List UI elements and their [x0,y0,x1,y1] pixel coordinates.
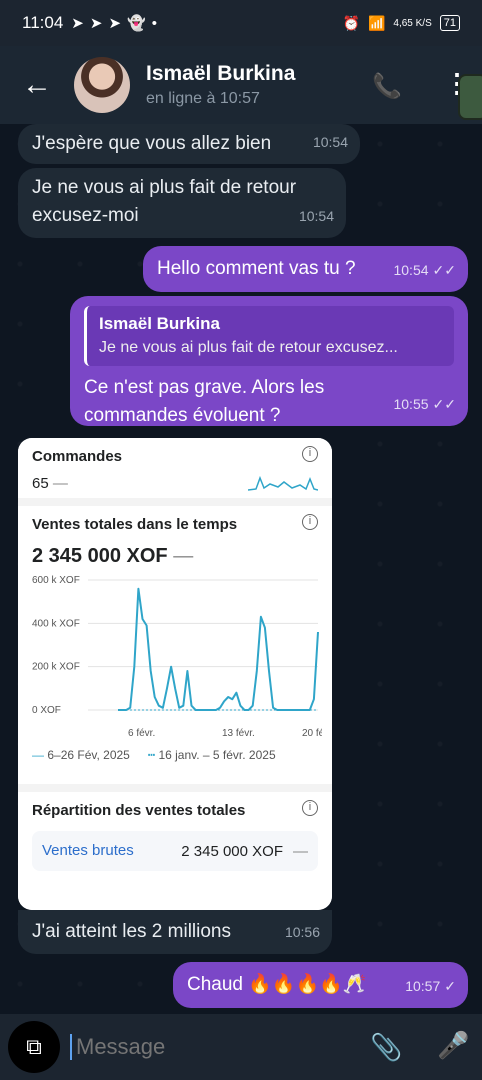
paperclip-icon[interactable]: 📎 [370,1032,402,1063]
chart-legend: — 6–26 Fév, 2025 ┅ 16 janv. – 5 févr. 20… [32,748,318,762]
breakdown-panel: Répartition des ventes totales i Ventes … [18,792,332,910]
speed-indicator: 4,65 K/S [393,17,432,29]
breakdown-value: 2 345 000 XOF [181,842,283,860]
message-input-bar: ⧉ 📎 🎤 [0,1014,482,1080]
message-text: Je ne vous ai plus fait de retour excuse… [32,177,297,226]
x-tick-label: 13 févr. [222,728,255,739]
battery-icon: 71 [439,15,460,31]
y-tick-label: 400 k XOF [32,618,80,629]
x-tick-label: 20 févr. [302,728,322,739]
y-tick-label: 0 XOF [32,705,61,716]
y-tick-label: 600 k XOF [32,575,80,586]
y-tick-label: 200 k XOF [32,662,80,673]
message-outgoing[interactable]: Chaud 🔥🔥🔥🔥🥂 10:57 ✓ [173,962,468,1008]
check-icon: ✓ [444,978,456,994]
info-icon: i [302,800,318,816]
message-outgoing[interactable]: Ismaël Burkina Je ne vous ai plus fait d… [70,296,468,426]
message-time: 10:56 [284,924,320,940]
breakdown-dash: — [293,842,308,860]
info-icon: i [302,514,318,530]
notification-icons: ➤ ➤ ➤ 👻 • [71,14,157,33]
wifi-icon: 📶 [367,14,386,31]
telegram-icon: ➤ [108,15,122,32]
sales-title: Ventes totales dans le temps [32,516,238,533]
dot-icon: • [151,14,157,32]
sales-value: 2 345 000 XOF — [32,545,194,567]
sticker-icon[interactable]: ⧉ [8,1021,60,1073]
legend-current: — 6–26 Fév, 2025 [32,748,130,762]
legend-previous: ┅ 16 janv. – 5 févr. 2025 [147,748,276,762]
breakdown-label: Ventes brutes [42,842,134,859]
info-icon: i [302,446,318,462]
message-time: 10:57 ✓ [405,978,456,994]
message-time: 10:54 [298,208,334,224]
telegram-icon: ➤ [71,15,84,32]
message-input[interactable] [70,1034,350,1060]
message-incoming[interactable]: Je ne vous ai plus fait de retour excuse… [18,168,346,238]
microphone-icon[interactable]: 🎤 [437,1030,469,1061]
system-icons: ⏰ 📶 4,65 K/S 71 [343,15,460,32]
contact-info[interactable]: Ismaël Burkina en ligne à 10:57 [146,62,295,108]
breakdown-row: Ventes brutes 2 345 000 XOF — [32,831,318,871]
reply-sender: Ismaël Burkina [99,314,220,333]
message-text: Ce n'est pas grave. Alors les commandes … [84,377,325,426]
series-current-line [118,587,319,711]
double-check-icon: ✓✓ [432,396,456,412]
sales-panel: Ventes totales dans le temps i 2 345 000… [18,506,332,784]
message-time: 10:54 [312,134,348,150]
contact-name: Ismaël Burkina [146,62,296,85]
alarm-icon: ⏰ [342,14,360,31]
message-incoming[interactable]: J'ai atteint les 2 millions 10:56 [18,910,332,954]
status-time: 11:04 [22,13,64,32]
message-time: 10:54 ✓✓ [393,262,456,278]
orders-sparkline [248,475,318,491]
double-check-icon: ✓✓ [432,262,456,278]
message-incoming[interactable]: J'espère que vous allez bien 10:54 [18,124,360,164]
avatar[interactable] [74,57,130,113]
message-outgoing[interactable]: Hello comment vas tu ? 10:54 ✓✓ [143,246,468,292]
telegram-icon: ➤ [89,15,103,32]
phone-icon[interactable]: 📞 [372,72,402,101]
contact-status: en ligne à 10:57 [146,90,260,107]
message-time: 10:55 ✓✓ [393,396,456,412]
floating-app-icon[interactable] [458,74,482,120]
back-arrow-icon[interactable]: ← [0,68,74,102]
breakdown-title: Répartition des ventes totales [32,802,246,819]
reply-text: Je ne vous ai plus fait de retour excuse… [99,339,398,356]
chat-header: ← Ismaël Burkina en ligne à 10:57 📞 ⋮ [0,46,482,124]
orders-panel: Commandes 65 — i [18,438,332,498]
x-tick-label: 6 févr. [128,728,155,739]
status-bar: 11:04 ➤ ➤ ➤ 👻 • ⏰ 📶 4,65 K/S 71 [0,0,482,46]
sales-line-chart: 600 k XOF 400 k XOF 200 k XOF 0 XOF 6 févr. 1… [32,575,322,739]
chat-area[interactable]: J'espère que vous allez bien 10:54 Je ne… [0,124,482,1014]
message-text: Chaud 🔥🔥🔥🔥🥂 [187,974,367,995]
orders-title: Commandes [32,448,123,465]
snapchat-icon: 👻 [127,15,146,32]
message-text: J'ai atteint les 2 millions [32,921,231,942]
shared-screenshot[interactable]: Commandes 65 — i Ventes totales dans le … [18,438,332,910]
reply-quote[interactable]: Ismaël Burkina Je ne vous ai plus fait d… [84,306,454,366]
message-text: J'espère que vous allez bien [32,133,272,154]
message-text: Hello comment vas tu ? [157,258,356,279]
